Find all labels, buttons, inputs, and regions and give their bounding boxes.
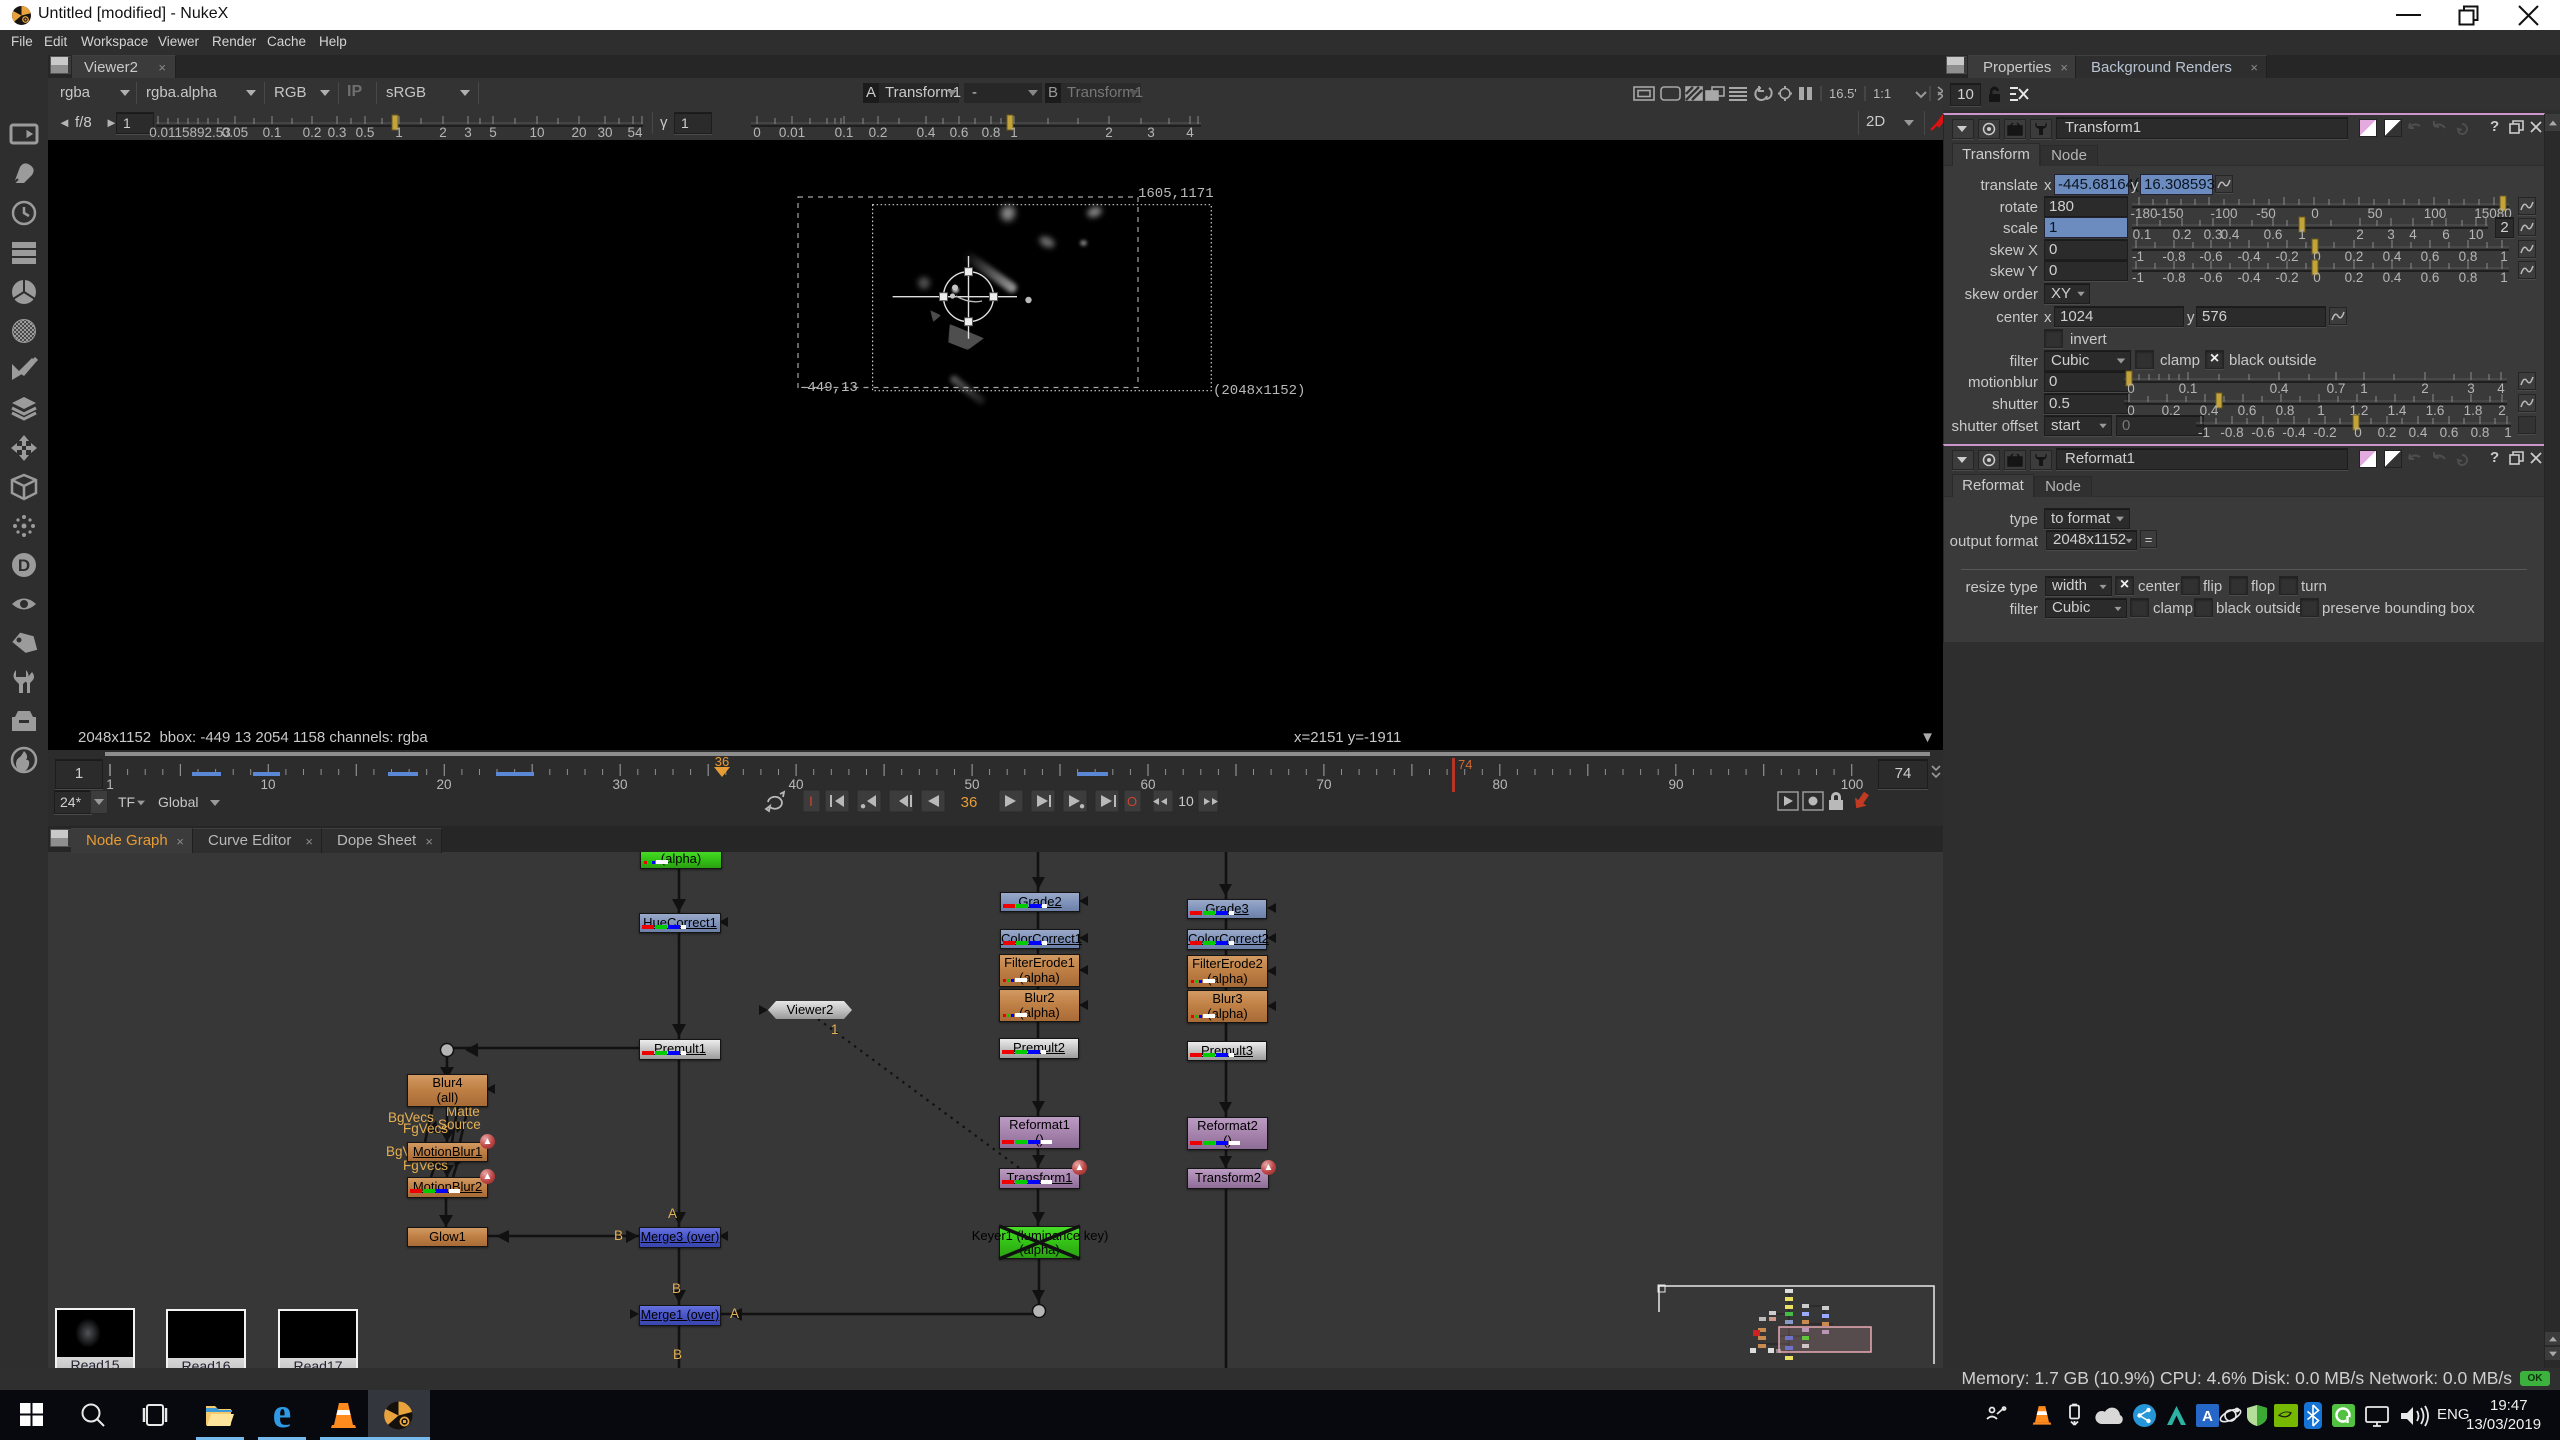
svg-text:-0.6: -0.6 [2199,270,2222,285]
svg-text:2: 2 [439,125,447,140]
svg-text:A: A [668,1206,677,1221]
svg-text:-0.4: -0.4 [2282,425,2306,440]
svg-text:-0.2: -0.2 [2313,425,2336,440]
svg-text:10: 10 [260,777,275,792]
svg-text:0.2: 0.2 [2345,270,2364,285]
svg-text:A: A [2202,1408,2213,1425]
svg-text:-1: -1 [2198,425,2210,440]
svg-text:30: 30 [597,125,612,140]
svg-text:20: 20 [571,125,586,140]
svg-text:-0.6: -0.6 [2251,425,2274,440]
svg-text:Matte: Matte [446,1104,480,1119]
svg-text:B: B [614,1228,623,1243]
svg-text:-0.4: -0.4 [2237,270,2261,285]
svg-text:1: 1 [2500,270,2508,285]
svg-text:BgVecs: BgVecs [386,1144,432,1159]
svg-text:0.5: 0.5 [356,125,375,140]
svg-text:20: 20 [436,777,451,792]
svg-text:Source: Source [438,1117,481,1132]
svg-text:-0.8: -0.8 [2162,270,2185,285]
svg-text:0.8: 0.8 [2459,270,2478,285]
svg-text:0.3: 0.3 [328,125,347,140]
svg-text:1: 1 [1010,125,1018,140]
svg-text:-1: -1 [2132,270,2144,285]
svg-text:0.1: 0.1 [263,125,282,140]
svg-text:0: 0 [753,125,761,140]
svg-text:0: 0 [2313,270,2321,285]
svg-text:0.2: 0.2 [2378,425,2397,440]
svg-text:0.8: 0.8 [2471,425,2490,440]
svg-text:1:1: 1:1 [1873,86,1891,101]
svg-text:2: 2 [1105,125,1113,140]
svg-text:30: 30 [612,777,627,792]
svg-text:10: 10 [1178,793,1194,809]
svg-text:0.6: 0.6 [2440,425,2459,440]
svg-text:-0.8: -0.8 [2220,425,2243,440]
svg-text:0: 0 [2354,425,2362,440]
svg-text:4: 4 [1186,125,1194,140]
svg-text:0.2: 0.2 [303,125,322,140]
svg-text:D: D [18,556,30,575]
svg-text:90: 90 [1668,777,1683,792]
svg-text:3: 3 [1147,125,1155,140]
svg-text:0.0115892.53: 0.0115892.53 [149,125,231,140]
svg-text:36: 36 [715,754,729,769]
svg-text:B: B [672,1281,681,1296]
svg-text:0.4: 0.4 [2409,425,2428,440]
svg-text:16.5': 16.5' [1829,86,1857,101]
svg-text:0.05: 0.05 [222,125,248,140]
svg-text:0.4: 0.4 [2383,270,2402,285]
svg-text:0.01: 0.01 [779,125,805,140]
svg-text:0.6: 0.6 [950,125,969,140]
svg-text:10: 10 [529,125,544,140]
svg-text:74: 74 [1458,757,1472,772]
svg-text:0.8: 0.8 [982,125,1001,140]
svg-text:B: B [673,1347,682,1362]
svg-text:70: 70 [1316,777,1331,792]
svg-text:1: 1 [395,125,403,140]
svg-text:0.4: 0.4 [917,125,936,140]
svg-text:0.1: 0.1 [835,125,854,140]
svg-text:0.2: 0.2 [869,125,888,140]
svg-text:54: 54 [627,125,643,140]
svg-text:I: I [809,793,813,809]
svg-text:A: A [730,1306,739,1321]
svg-text:80: 80 [1492,777,1507,792]
svg-text:1: 1 [831,1022,839,1037]
svg-text:-0.2: -0.2 [2275,270,2298,285]
svg-text:3: 3 [464,125,472,140]
svg-text:O: O [1127,794,1137,809]
svg-text:0.6: 0.6 [2421,270,2440,285]
svg-text:1: 1 [2504,425,2512,440]
svg-text:36: 36 [961,794,978,811]
svg-text:FgVecs: FgVecs [403,1158,448,1173]
svg-text:5: 5 [489,125,497,140]
